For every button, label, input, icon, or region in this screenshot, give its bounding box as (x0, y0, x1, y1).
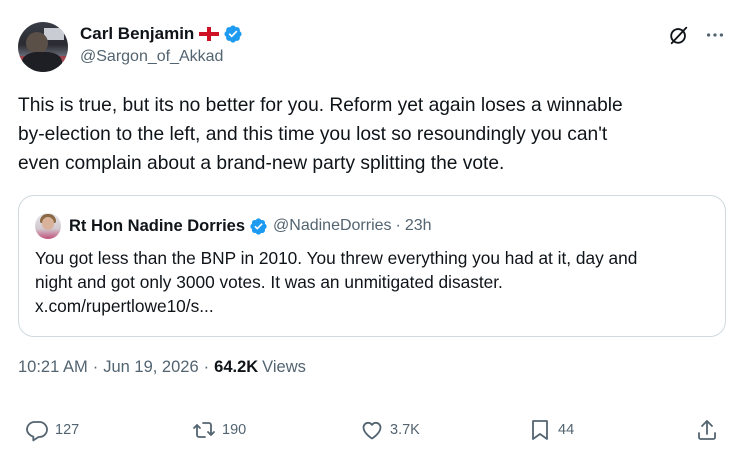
repost-count: 190 (222, 422, 247, 438)
quoted-tweet[interactable]: Rt Hon Nadine Dorries @NadineDorries · 2… (18, 195, 726, 337)
tweet-text-line: even complain about a brand-new party sp… (18, 153, 505, 174)
bookmark-count: 44 (558, 422, 575, 438)
tweet-date[interactable]: Jun 19, 2026 (103, 358, 198, 377)
author-names: Carl Benjamin @Sargon_of_Akkad (80, 22, 243, 66)
views-label: Views (262, 358, 306, 376)
tweet-meta: 10:21 AM · Jun 19, 2026 · 64.2K Views (18, 358, 306, 377)
quoted-tweet-text: You got less than the BNP in 2010. You t… (35, 246, 715, 318)
separator-dot: · (92, 358, 99, 376)
quoted-tweet-time[interactable]: 23h (405, 217, 432, 235)
heart-icon (362, 421, 382, 440)
repost-icon (193, 422, 215, 438)
tweet-header: Carl Benjamin @Sargon_of_Akkad (18, 20, 726, 74)
tweet-text: This is true, but its no better for you.… (18, 91, 730, 178)
verified-badge-icon (224, 25, 242, 43)
action-bar: 127 190 3.7K 44 (0, 418, 744, 448)
repost-button[interactable]: 190 (192, 418, 246, 442)
author-display-name[interactable]: Carl Benjamin (80, 24, 194, 44)
quoted-author-avatar[interactable] (35, 213, 61, 239)
quoted-author-handle[interactable]: @NadineDorries (273, 217, 392, 235)
quoted-text-line: night and got only 3000 votes. It was an… (35, 272, 503, 292)
bookmark-button[interactable]: 44 (528, 418, 574, 442)
separator-dot: · (203, 358, 210, 376)
views-count[interactable]: 64.2K (214, 358, 258, 377)
tweet-time[interactable]: 10:21 AM (18, 358, 88, 377)
reply-count: 127 (55, 422, 80, 438)
tweet-text-line: by-election to the left, and this time y… (18, 124, 608, 145)
quoted-tweet-header: Rt Hon Nadine Dorries @NadineDorries · 2… (35, 213, 432, 239)
quoted-text-line: You got less than the BNP in 2010. You t… (35, 248, 638, 268)
like-count: 3.7K (390, 422, 420, 438)
separator-dot: · (395, 217, 401, 234)
reply-button[interactable]: 127 (25, 418, 79, 442)
england-flag-icon (199, 27, 220, 41)
bookmark-icon (532, 420, 548, 440)
like-button[interactable]: 3.7K (360, 418, 420, 442)
share-button[interactable] (695, 418, 719, 442)
author-handle[interactable]: @Sargon_of_Akkad (80, 48, 243, 66)
verified-badge-icon (250, 217, 267, 235)
grok-icon[interactable] (668, 24, 690, 46)
quoted-link[interactable]: x.com/rupertlowe10/s... (35, 294, 715, 318)
more-icon[interactable] (704, 24, 726, 46)
author-avatar[interactable] (18, 22, 68, 72)
reply-icon (26, 421, 48, 442)
tweet-text-line: This is true, but its no better for you.… (18, 95, 623, 116)
share-icon (698, 420, 716, 440)
quoted-author-display-name[interactable]: Rt Hon Nadine Dorries (69, 217, 245, 236)
